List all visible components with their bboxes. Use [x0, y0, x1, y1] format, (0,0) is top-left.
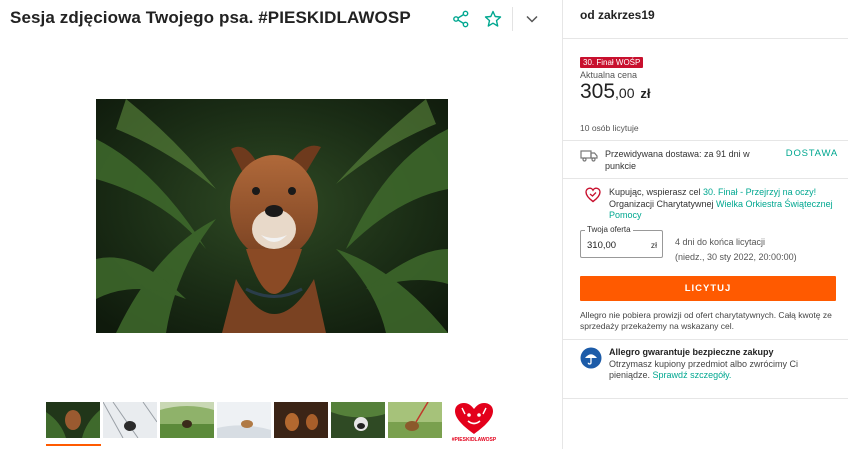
active-thumbnail-indicator [46, 444, 101, 446]
thumbnail-strip: #PIESKIDLAWOSP [46, 402, 501, 446]
delivery-info: Przewidywana dostawa: za 91 dni w punkci… [580, 148, 838, 172]
main-photo[interactable] [96, 99, 448, 333]
thumbnail-4[interactable] [217, 402, 271, 438]
share-icon [453, 10, 469, 28]
bidders-count: 10 osób licytuje [580, 123, 639, 133]
bid-currency: zł [650, 240, 657, 250]
bid-field[interactable]: Twoja oferta zł [580, 225, 663, 258]
thumbnail-image [160, 402, 214, 438]
heart-icon [585, 187, 601, 203]
thumbnail-5[interactable] [274, 402, 328, 438]
wosp-heart-icon [455, 403, 493, 434]
gallery-panel: Sesja zdjęciowa Twojego psa. #PIESKIDLAW… [0, 0, 562, 449]
truck-icon [580, 150, 598, 162]
thumbnail-image [103, 402, 157, 438]
commission-note: Allegro nie pobiera prowizji od ofert ch… [580, 310, 832, 331]
guarantee-text: Allegro gwarantuje bezpieczne zakupy Otr… [609, 347, 838, 382]
favorite-button[interactable] [480, 6, 506, 32]
seller-divider [563, 38, 848, 39]
bid-button[interactable]: LICYTUJ [580, 276, 836, 301]
delivery-divider [563, 178, 848, 179]
star-icon [484, 10, 502, 27]
guarantee-title: Allegro gwarantuje bezpieczne zakupy [609, 347, 774, 357]
bidders-divider [563, 140, 848, 141]
note-divider [563, 339, 848, 340]
price-label: Aktualna cena [580, 70, 638, 80]
thumbnail-image [46, 402, 100, 438]
thumbnail-image [217, 402, 271, 438]
price-main: 305 [580, 80, 616, 103]
delivery-link[interactable]: DOSTAWA [786, 148, 838, 159]
end-date: (niedz., 30 sty 2022, 20:00:00) [675, 252, 797, 262]
thumbnail-1[interactable] [46, 402, 100, 438]
time-left: 4 dni do końca licytacji [675, 237, 766, 247]
chevron-down-icon [526, 15, 538, 23]
offer-panel: od zakrzes19 30. Finał WOŚP Aktualna cen… [562, 0, 848, 449]
bid-field-label: Twoja oferta [585, 225, 633, 234]
wosp-caption: #PIESKIDLAWOSP [451, 437, 497, 443]
thumbnail-2[interactable] [103, 402, 157, 438]
thumbnail-7[interactable] [388, 402, 442, 438]
actions-divider [512, 7, 513, 31]
thumbnail-6[interactable] [331, 402, 385, 438]
wosp-thumbnail[interactable]: #PIESKIDLAWOSP [447, 402, 501, 446]
current-price: 305,00 zł [580, 80, 650, 104]
charity-org-prefix: Organizacji Charytatywnej [609, 198, 717, 209]
page: Sesja zdjęciowa Twojego psa. #PIESKIDLAW… [0, 0, 848, 449]
seller-name[interactable]: od zakrzes19 [580, 8, 655, 22]
thumbnail-image [274, 402, 328, 438]
guarantee-details-link[interactable]: Sprawdź szczegóły. [653, 370, 732, 380]
guarantee-info: Allegro gwarantuje bezpieczne zakupy Otr… [580, 347, 838, 382]
price-currency: zł [640, 86, 651, 101]
charity-info: Kupując, wspierasz cel 30. Finał - Przej… [585, 187, 835, 222]
wosp-badge: 30. Finał WOŚP [580, 57, 644, 68]
title-actions [448, 6, 551, 32]
charity-prefix: Kupując, wspierasz cel [609, 187, 704, 197]
expand-button[interactable] [519, 6, 545, 32]
page-title: Sesja zdjęciowa Twojego psa. #PIESKIDLAW… [10, 8, 411, 27]
bid-input[interactable] [587, 240, 645, 251]
guarantee-divider [563, 398, 848, 399]
umbrella-icon [580, 347, 602, 369]
charity-goal-link[interactable]: 30. Finał - Przejrzyj na oczy! [703, 187, 816, 197]
thumbnail-image [388, 402, 442, 438]
charity-text: Kupując, wspierasz cel 30. Finał - Przej… [609, 187, 835, 222]
dog-photo-image [96, 99, 448, 333]
thumbnail-3[interactable] [160, 402, 214, 438]
price-decimal: ,00 [615, 85, 635, 101]
delivery-text: Przewidywana dostawa: za 91 dni w punkci… [605, 149, 750, 171]
thumbnail-image [331, 402, 385, 438]
share-button[interactable] [448, 6, 474, 32]
auction-time: 4 dni do końca licytacji (niedz., 30 sty… [675, 235, 797, 265]
